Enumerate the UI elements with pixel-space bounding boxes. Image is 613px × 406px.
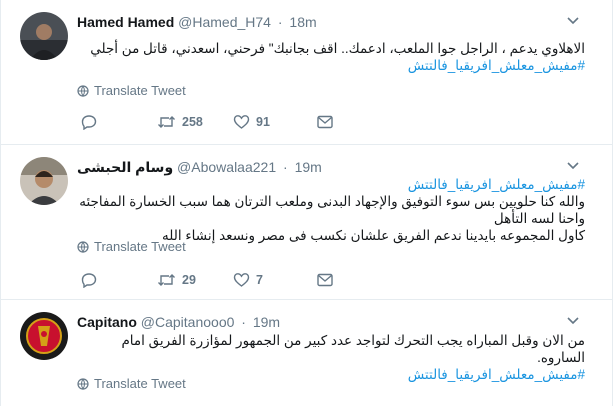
like-button[interactable]: 7 (233, 272, 317, 288)
chevron-down-icon[interactable] (566, 159, 580, 173)
reply-icon (81, 115, 97, 130)
user-handle[interactable]: @Abowalaa221 (177, 159, 276, 175)
retweet-icon (158, 116, 175, 128)
like-button[interactable]: 91 (233, 114, 317, 130)
display-name[interactable]: Capitano (77, 314, 137, 330)
reply-button[interactable] (81, 114, 157, 130)
translate-tweet-button[interactable]: Translate Tweet (77, 83, 186, 98)
retweet-button[interactable]: 29 (157, 272, 233, 288)
globe-icon (77, 240, 89, 253)
reply-button[interactable] (81, 272, 157, 288)
user-handle[interactable]: @Hamed_H74 (178, 14, 271, 30)
hashtag-link[interactable]: #مفيش_معلش_افريقيا_فالتتش (75, 176, 585, 193)
tweet-actions: 29 7 (81, 272, 333, 288)
envelope-icon (317, 115, 333, 129)
separator-dot: · (241, 314, 246, 330)
display-name[interactable]: Hamed Hamed (77, 14, 174, 30)
tweet-feed: Hamed Hamed @Hamed_H74 · 18m الاهلاوي يد… (0, 0, 613, 406)
direct-message-button[interactable] (317, 273, 333, 287)
translate-tweet-button[interactable]: Translate Tweet (77, 376, 186, 391)
tweet-header: وسام الحبشى @Abowalaa221 · 19m (77, 158, 322, 176)
tweet-header: Hamed Hamed @Hamed_H74 · 18m (77, 13, 317, 31)
tweet[interactable]: Capitano @Capitanooo0 · 19m من الان وقبل… (1, 300, 612, 406)
translate-label: Translate Tweet (94, 376, 186, 391)
envelope-icon (317, 273, 333, 287)
display-name[interactable]: وسام الحبشى (77, 159, 173, 175)
chevron-down-icon[interactable] (566, 14, 580, 28)
translate-label: Translate Tweet (94, 239, 186, 254)
reply-icon (81, 273, 97, 288)
direct-message-button[interactable] (317, 115, 333, 129)
like-count: 91 (256, 115, 270, 129)
avatar[interactable] (20, 312, 68, 360)
retweet-icon (158, 274, 175, 286)
tweet-header: Capitano @Capitanooo0 · 19m (77, 313, 280, 331)
user-handle[interactable]: @Capitanooo0 (141, 314, 235, 330)
timestamp[interactable]: 19m (295, 159, 322, 175)
separator-dot: · (277, 14, 283, 30)
tweet-line: الاهلاوي يدعم ، الراجل جوا الملعب، ادعمك… (90, 41, 585, 56)
globe-icon (77, 84, 89, 97)
timestamp[interactable]: 19m (253, 314, 280, 330)
like-count: 7 (256, 273, 263, 287)
tweet-line: والله كنا حلويين بس سوء التوفيق والإجهاد… (79, 194, 585, 226)
tweet-actions: 258 91 (81, 114, 333, 130)
retweet-count: 29 (182, 273, 196, 287)
translate-tweet-button[interactable]: Translate Tweet (77, 239, 186, 254)
globe-icon (77, 377, 89, 390)
retweet-count: 258 (182, 115, 203, 129)
tweet[interactable]: Hamed Hamed @Hamed_H74 · 18m الاهلاوي يد… (1, 0, 612, 145)
heart-icon (233, 273, 250, 287)
retweet-button[interactable]: 258 (157, 114, 233, 130)
heart-icon (233, 115, 250, 129)
hashtag-link[interactable]: #مفيش_معلش_افريقيا_فالتتش (75, 57, 585, 74)
chevron-down-icon[interactable] (566, 314, 580, 328)
timestamp[interactable]: 18m (289, 14, 316, 30)
separator-dot: · (283, 159, 288, 175)
tweet-text: #مفيش_معلش_افريقيا_فالتتش والله كنا حلوي… (75, 176, 585, 244)
avatar[interactable] (20, 12, 68, 60)
translate-label: Translate Tweet (94, 83, 186, 98)
tweet-text: الاهلاوي يدعم ، الراجل جوا الملعب، ادعمك… (75, 40, 585, 74)
tweet[interactable]: وسام الحبشى @Abowalaa221 · 19m #مفيش_معل… (1, 145, 612, 300)
avatar[interactable] (20, 157, 68, 205)
tweet-line: من الان وقبل المباراه يجب التحرك لتواجد … (121, 333, 585, 365)
